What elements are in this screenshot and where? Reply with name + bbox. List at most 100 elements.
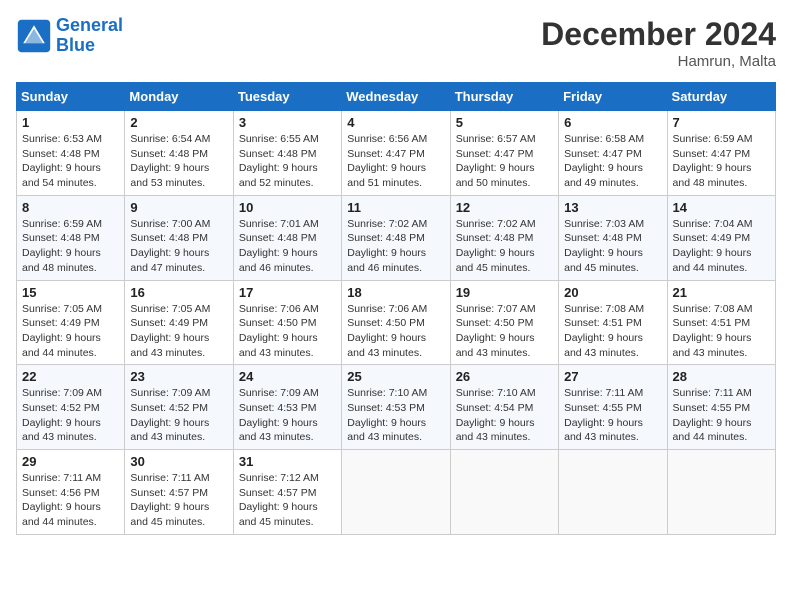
logo-blue: Blue <box>56 35 95 55</box>
day-info: Sunrise: 6:57 AM Sunset: 4:47 PM Dayligh… <box>456 132 553 191</box>
empty-cell <box>559 450 667 535</box>
day-number: 24 <box>239 369 336 384</box>
day-number: 9 <box>130 200 227 215</box>
day-info: Sunrise: 6:59 AM Sunset: 4:47 PM Dayligh… <box>673 132 770 191</box>
day-number: 26 <box>456 369 553 384</box>
calendar-day-27: 27 Sunrise: 7:11 AM Sunset: 4:55 PM Dayli… <box>559 365 667 450</box>
day-number: 16 <box>130 285 227 300</box>
day-number: 7 <box>673 115 770 130</box>
calendar-day-5: 5 Sunrise: 6:57 AM Sunset: 4:47 PM Daylig… <box>450 111 558 196</box>
day-info: Sunrise: 6:54 AM Sunset: 4:48 PM Dayligh… <box>130 132 227 191</box>
day-info: Sunrise: 7:06 AM Sunset: 4:50 PM Dayligh… <box>239 302 336 361</box>
day-number: 4 <box>347 115 444 130</box>
day-number: 5 <box>456 115 553 130</box>
day-number: 20 <box>564 285 661 300</box>
day-number: 27 <box>564 369 661 384</box>
calendar-day-15: 15 Sunrise: 7:05 AM Sunset: 4:49 PM Dayli… <box>17 280 125 365</box>
calendar-week-2: 8Sunrise: 6:59 AM Sunset: 4:48 PM Daylig… <box>17 195 776 280</box>
weekday-header-monday: Monday <box>125 83 233 111</box>
day-info: Sunrise: 6:53 AM Sunset: 4:48 PM Dayligh… <box>22 132 119 191</box>
day-info: Sunrise: 6:58 AM Sunset: 4:47 PM Dayligh… <box>564 132 661 191</box>
day-info: Sunrise: 7:01 AM Sunset: 4:48 PM Dayligh… <box>239 217 336 276</box>
calendar-day-26: 26 Sunrise: 7:10 AM Sunset: 4:54 PM Dayli… <box>450 365 558 450</box>
day-number: 17 <box>239 285 336 300</box>
logo-icon <box>16 18 52 54</box>
month-title: December 2024 <box>541 16 776 53</box>
empty-cell <box>450 450 558 535</box>
day-info: Sunrise: 7:10 AM Sunset: 4:54 PM Dayligh… <box>456 386 553 445</box>
day-number: 18 <box>347 285 444 300</box>
calendar-day-8: 8Sunrise: 6:59 AM Sunset: 4:48 PM Daylig… <box>17 195 125 280</box>
day-number: 3 <box>239 115 336 130</box>
calendar-day-23: 23 Sunrise: 7:09 AM Sunset: 4:52 PM Dayli… <box>125 365 233 450</box>
day-number: 10 <box>239 200 336 215</box>
title-block: December 2024 Hamrun, Malta <box>541 16 776 70</box>
calendar-day-31: 31Sunrise: 7:12 AM Sunset: 4:57 PM Dayli… <box>233 450 341 535</box>
day-info: Sunrise: 7:04 AM Sunset: 4:49 PM Dayligh… <box>673 217 770 276</box>
calendar-day-10: 10 Sunrise: 7:01 AM Sunset: 4:48 PM Dayli… <box>233 195 341 280</box>
day-number: 8 <box>22 200 119 215</box>
day-info: Sunrise: 7:00 AM Sunset: 4:48 PM Dayligh… <box>130 217 227 276</box>
day-number: 11 <box>347 200 444 215</box>
calendar-day-18: 18 Sunrise: 7:06 AM Sunset: 4:50 PM Dayli… <box>342 280 450 365</box>
calendar-day-13: 13Sunrise: 7:03 AM Sunset: 4:48 PM Dayli… <box>559 195 667 280</box>
day-number: 22 <box>22 369 119 384</box>
day-number: 25 <box>347 369 444 384</box>
weekday-header-saturday: Saturday <box>667 83 775 111</box>
day-number: 2 <box>130 115 227 130</box>
calendar-week-3: 15 Sunrise: 7:05 AM Sunset: 4:49 PM Dayli… <box>17 280 776 365</box>
day-info: Sunrise: 7:09 AM Sunset: 4:53 PM Dayligh… <box>239 386 336 445</box>
page-header: General Blue December 2024 Hamrun, Malta <box>16 16 776 70</box>
calendar-day-17: 17 Sunrise: 7:06 AM Sunset: 4:50 PM Dayli… <box>233 280 341 365</box>
weekday-header-row: SundayMondayTuesdayWednesdayThursdayFrid… <box>17 83 776 111</box>
calendar-week-1: 1 Sunrise: 6:53 AM Sunset: 4:48 PM Daylig… <box>17 111 776 196</box>
day-info: Sunrise: 7:10 AM Sunset: 4:53 PM Dayligh… <box>347 386 444 445</box>
calendar-day-21: 21 Sunrise: 7:08 AM Sunset: 4:51 PM Dayli… <box>667 280 775 365</box>
day-number: 28 <box>673 369 770 384</box>
day-info: Sunrise: 7:11 AM Sunset: 4:57 PM Dayligh… <box>130 471 227 530</box>
day-info: Sunrise: 7:02 AM Sunset: 4:48 PM Dayligh… <box>456 217 553 276</box>
day-number: 6 <box>564 115 661 130</box>
calendar-day-12: 12Sunrise: 7:02 AM Sunset: 4:48 PM Dayli… <box>450 195 558 280</box>
calendar-day-4: 4 Sunrise: 6:56 AM Sunset: 4:47 PM Daylig… <box>342 111 450 196</box>
weekday-header-friday: Friday <box>559 83 667 111</box>
day-info: Sunrise: 7:11 AM Sunset: 4:56 PM Dayligh… <box>22 471 119 530</box>
day-number: 1 <box>22 115 119 130</box>
day-info: Sunrise: 7:07 AM Sunset: 4:50 PM Dayligh… <box>456 302 553 361</box>
calendar-day-14: 14 Sunrise: 7:04 AM Sunset: 4:49 PM Dayli… <box>667 195 775 280</box>
calendar-table: SundayMondayTuesdayWednesdayThursdayFrid… <box>16 82 776 535</box>
empty-cell <box>667 450 775 535</box>
weekday-header-tuesday: Tuesday <box>233 83 341 111</box>
weekday-header-wednesday: Wednesday <box>342 83 450 111</box>
day-info: Sunrise: 7:02 AM Sunset: 4:48 PM Dayligh… <box>347 217 444 276</box>
day-info: Sunrise: 7:09 AM Sunset: 4:52 PM Dayligh… <box>22 386 119 445</box>
day-info: Sunrise: 7:11 AM Sunset: 4:55 PM Dayligh… <box>564 386 661 445</box>
weekday-header-thursday: Thursday <box>450 83 558 111</box>
day-info: Sunrise: 6:55 AM Sunset: 4:48 PM Dayligh… <box>239 132 336 191</box>
calendar-day-6: 6 Sunrise: 6:58 AM Sunset: 4:47 PM Daylig… <box>559 111 667 196</box>
day-number: 23 <box>130 369 227 384</box>
calendar-day-25: 25 Sunrise: 7:10 AM Sunset: 4:53 PM Dayli… <box>342 365 450 450</box>
logo-general: General <box>56 15 123 35</box>
day-info: Sunrise: 7:09 AM Sunset: 4:52 PM Dayligh… <box>130 386 227 445</box>
day-info: Sunrise: 7:05 AM Sunset: 4:49 PM Dayligh… <box>22 302 119 361</box>
calendar-day-1: 1 Sunrise: 6:53 AM Sunset: 4:48 PM Daylig… <box>17 111 125 196</box>
day-info: Sunrise: 7:06 AM Sunset: 4:50 PM Dayligh… <box>347 302 444 361</box>
calendar-day-19: 19 Sunrise: 7:07 AM Sunset: 4:50 PM Dayli… <box>450 280 558 365</box>
day-number: 31 <box>239 454 336 469</box>
calendar-day-11: 11 Sunrise: 7:02 AM Sunset: 4:48 PM Dayli… <box>342 195 450 280</box>
day-number: 21 <box>673 285 770 300</box>
day-number: 15 <box>22 285 119 300</box>
day-number: 19 <box>456 285 553 300</box>
calendar-day-2: 2 Sunrise: 6:54 AM Sunset: 4:48 PM Daylig… <box>125 111 233 196</box>
day-info: Sunrise: 7:08 AM Sunset: 4:51 PM Dayligh… <box>673 302 770 361</box>
calendar-day-29: 29 Sunrise: 7:11 AM Sunset: 4:56 PM Dayli… <box>17 450 125 535</box>
day-number: 29 <box>22 454 119 469</box>
day-number: 30 <box>130 454 227 469</box>
calendar-day-7: 7 Sunrise: 6:59 AM Sunset: 4:47 PM Daylig… <box>667 111 775 196</box>
day-info: Sunrise: 6:56 AM Sunset: 4:47 PM Dayligh… <box>347 132 444 191</box>
calendar-day-22: 22 Sunrise: 7:09 AM Sunset: 4:52 PM Dayli… <box>17 365 125 450</box>
logo: General Blue <box>16 16 123 56</box>
day-info: Sunrise: 7:03 AM Sunset: 4:48 PM Dayligh… <box>564 217 661 276</box>
day-number: 14 <box>673 200 770 215</box>
